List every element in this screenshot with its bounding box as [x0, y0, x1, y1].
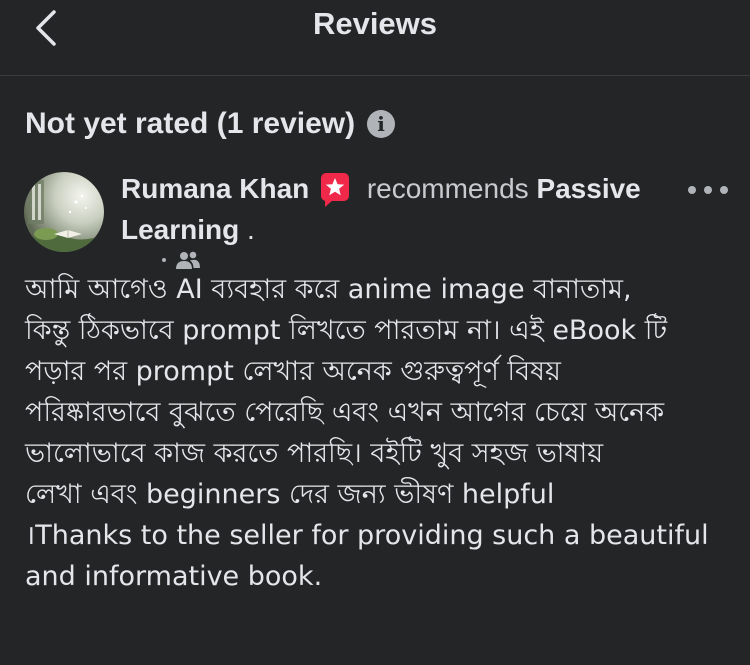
recommends-text: recommends: [366, 173, 529, 204]
page-name-part2[interactable]: Learning: [121, 214, 239, 245]
review-line: কিন্তু ঠিকভাবে prompt লিখতে পারতাম না। এ…: [25, 315, 668, 346]
meta-separator-dot: [162, 258, 166, 262]
avatar[interactable]: [24, 172, 104, 252]
review-line: and informative book.: [25, 561, 323, 592]
info-icon[interactable]: i: [367, 110, 396, 138]
review-line: ।Thanks to the seller for providing such…: [25, 520, 709, 551]
review-line: আমি আগেও AI ব্যবহার করে anime image বানা…: [25, 274, 632, 305]
page-title: Reviews: [312, 6, 438, 41]
post-meta: [162, 250, 200, 270]
top-bar: Reviews: [0, 0, 750, 76]
review-line: লেখা এবং beginners দের জন্য ভীষণ helpful: [25, 479, 555, 510]
more-dot-icon: [704, 186, 712, 194]
avatar-image: [24, 172, 104, 252]
more-dot-icon: [720, 186, 728, 194]
more-dot-icon: [688, 186, 696, 194]
review-line: ভালোভাবে কাজ করতে পারছি। বইটি খুব সহজ ভা…: [25, 438, 604, 469]
author-name[interactable]: Rumana Khan: [121, 173, 309, 204]
friends-icon[interactable]: [176, 250, 200, 270]
rating-title: Not yet rated (1 review): [25, 107, 356, 140]
review-text: আমি আগেও AI ব্যবহার করে anime image বানা…: [25, 269, 735, 597]
recommendation-star-icon: [321, 173, 350, 207]
rating-summary: Not yet rated (1 review) i: [25, 106, 396, 142]
review-header: Rumana Khan recommends Passive Learning …: [121, 168, 681, 250]
review-line: পরিষ্কারভাবে বুঝতে পেরেছি এবং এখন আগের চ…: [25, 397, 665, 428]
header-suffix: .: [239, 214, 255, 245]
review-line: পড়ার পর prompt লেখার অনেক গুরুত্বপূর্ণ …: [25, 356, 561, 387]
more-options-button[interactable]: [688, 176, 728, 204]
page-name-part1[interactable]: Passive: [536, 173, 640, 204]
